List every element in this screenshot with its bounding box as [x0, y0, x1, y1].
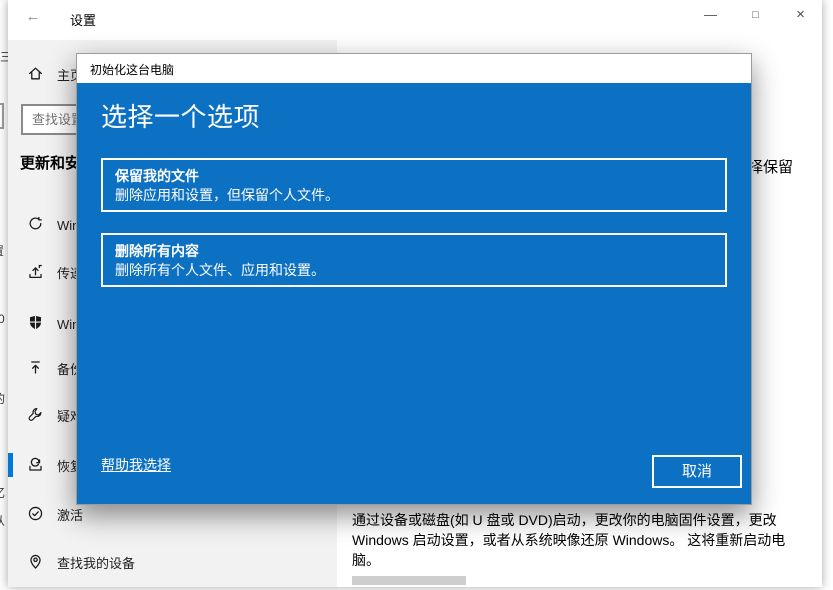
- window-title: 设置: [70, 13, 97, 28]
- help-me-choose-link[interactable]: 帮助我选择: [101, 455, 171, 475]
- option-description: 删除应用和设置，但保留个人文件。: [115, 187, 339, 203]
- background-text-fragment: 的: [0, 390, 5, 407]
- home-icon: [27, 65, 45, 83]
- background-text-fragment: 0: [0, 312, 5, 326]
- sidebar-item-label: 激活: [57, 508, 84, 523]
- recovery-page-clipped-text: 择保留: [748, 159, 794, 176]
- sidebar-item-label: 查找我的设备: [57, 556, 136, 571]
- restart-now-button-partial[interactable]: [352, 576, 466, 585]
- windows-security-icon: [27, 314, 45, 332]
- maximize-button[interactable]: □: [733, 0, 778, 30]
- option-title: 删除所有内容: [115, 243, 199, 259]
- back-button[interactable]: ←: [16, 4, 50, 30]
- maximize-icon: □: [752, 9, 759, 21]
- option-keep-my-files[interactable]: 保留我的文件 删除应用和设置，但保留个人文件。: [101, 158, 727, 212]
- back-arrow-icon: ←: [25, 8, 41, 25]
- backup-icon: [27, 359, 45, 377]
- settings-titlebar: ← 设置 — □ ×: [8, 0, 822, 40]
- recovery-icon: [27, 456, 45, 474]
- option-description: 删除所有个人文件、应用和设置。: [115, 262, 325, 278]
- selected-item-indicator: [8, 453, 13, 477]
- screenshot-stage: 三 置 0 的 忆 从 ← 设置 — □ ×: [0, 0, 833, 590]
- option-remove-everything[interactable]: 删除所有内容 删除所有个人文件、应用和设置。: [101, 233, 727, 287]
- minimize-icon: —: [704, 7, 717, 22]
- background-text-fragment: 从: [0, 512, 5, 529]
- find-my-device-icon: [27, 553, 45, 571]
- windows-update-icon: [27, 215, 45, 233]
- dialog-heading: 选择一个选项: [101, 102, 261, 132]
- dialog-title: 初始化这台电脑: [90, 63, 175, 77]
- advanced-startup-description: 通过设备或磁盘(如 U 盘或 DVD)启动，更改你的电脑固件设置，更改 Wind…: [352, 512, 786, 568]
- background-box-fragment: [0, 103, 4, 129]
- activation-icon: [27, 505, 45, 523]
- close-icon: ×: [796, 6, 805, 23]
- background-text-fragment: 三: [0, 50, 8, 64]
- sidebar-item-find-my-device[interactable]: 查找我的设备: [8, 544, 337, 580]
- background-window-sliver: 三 置 0 的 忆 从: [0, 0, 8, 590]
- dialog-titlebar: 初始化这台电脑: [77, 54, 751, 83]
- background-text-fragment: 忆: [0, 484, 5, 501]
- close-button[interactable]: ×: [778, 0, 823, 30]
- reset-pc-dialog: 初始化这台电脑 选择一个选项 保留我的文件 删除应用和设置，但保留个人文件。 删…: [76, 53, 752, 505]
- option-title: 保留我的文件: [115, 168, 199, 184]
- minimize-button[interactable]: —: [688, 0, 733, 30]
- dialog-body: 选择一个选项 保留我的文件 删除应用和设置，但保留个人文件。 删除所有内容 删除…: [77, 83, 751, 506]
- cancel-button[interactable]: 取消: [652, 455, 742, 488]
- background-text-fragment: 置: [0, 242, 4, 259]
- delivery-optimization-icon: [27, 263, 45, 281]
- troubleshoot-icon: [27, 406, 45, 424]
